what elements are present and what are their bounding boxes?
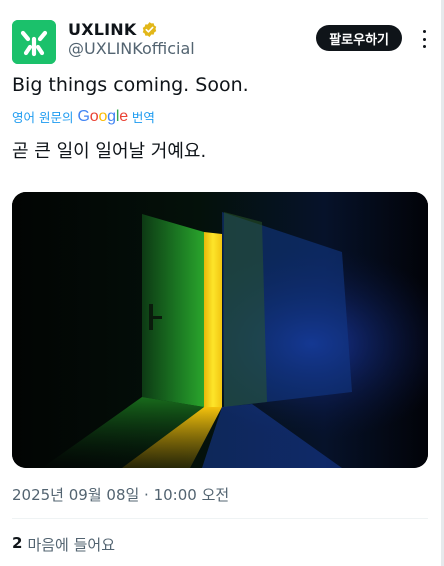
tweet-media-image[interactable] [12, 192, 428, 468]
more-options-icon[interactable] [416, 30, 432, 48]
display-name[interactable]: UXLINK [68, 20, 136, 39]
translate-link[interactable]: 영어 원문의 Google 번역 [12, 107, 155, 126]
name-row: UXLINK [68, 18, 158, 40]
translated-text: 곧 큰 일이 일어날 거예요. [12, 141, 207, 162]
verified-badge-icon [141, 21, 158, 38]
door-light-image [12, 192, 428, 468]
avatar[interactable] [12, 20, 56, 64]
follow-button[interactable]: 팔로우하기 [316, 25, 402, 51]
divider [12, 518, 428, 519]
timestamp[interactable]: 2025년 09월 08일 · 10:00 오전 [12, 484, 229, 505]
uxlink-logo-icon [12, 20, 56, 64]
likes-label: 마음에 들어요 [27, 536, 116, 554]
tweet-header: UXLINK @UXLINKofficial 팔로우하기 [12, 18, 432, 66]
handle[interactable]: @UXLINKofficial [68, 39, 195, 58]
likes-count: 2 [12, 534, 23, 552]
translate-prefix: 영어 원문의 [12, 110, 74, 125]
google-logo: Google [77, 107, 128, 125]
tweet-text: Big things coming. Soon. [12, 74, 249, 96]
likes-stat[interactable]: 2 마음에 들어요 [12, 534, 115, 555]
translate-suffix: 번역 [131, 110, 155, 125]
